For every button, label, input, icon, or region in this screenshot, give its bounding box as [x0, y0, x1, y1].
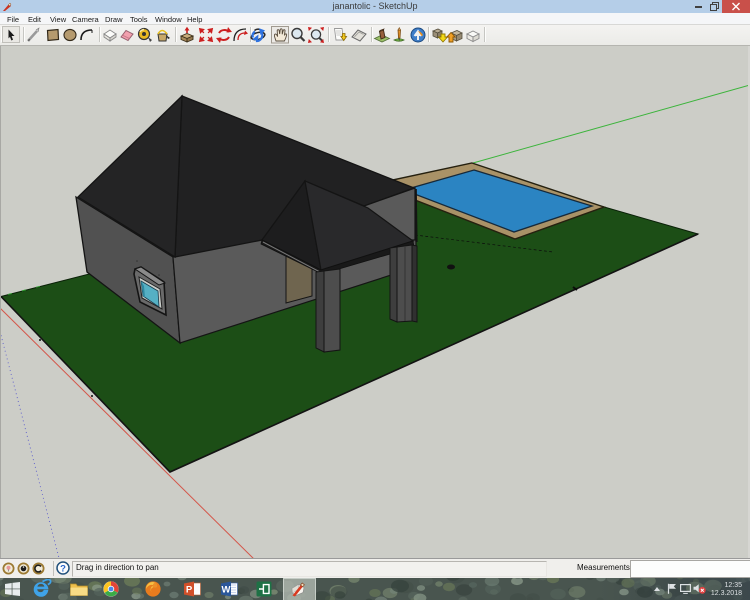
svg-text:?: ? — [60, 563, 66, 574]
svg-text:W: W — [222, 585, 231, 596]
svg-text:P: P — [186, 585, 193, 596]
